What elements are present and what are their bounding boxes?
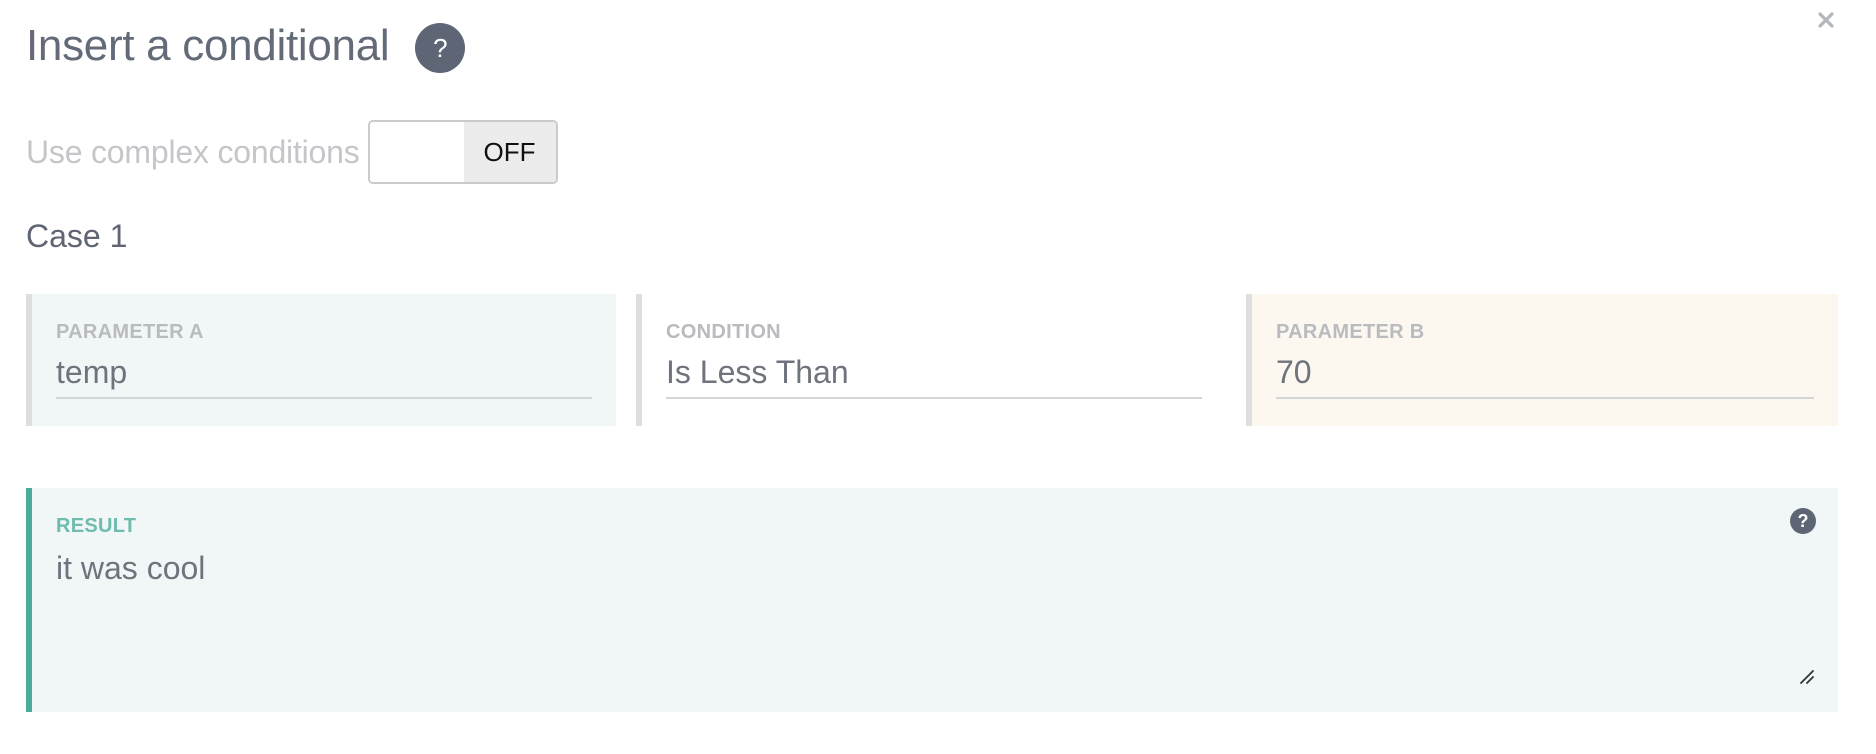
resize-handle-icon[interactable] [1798, 668, 1814, 684]
close-icon[interactable] [1816, 10, 1836, 30]
condition-field: CONDITION [636, 294, 1226, 426]
case-title: Case 1 [26, 218, 128, 254]
dialog-header: Insert a conditional ? [26, 18, 466, 74]
page-title: Insert a conditional [26, 21, 390, 70]
result-textarea[interactable]: it was cool [56, 550, 1756, 670]
toggle-track [369, 122, 464, 182]
complex-conditions-row: Use complex conditions OFF [26, 120, 558, 184]
parameter-a-label: PARAMETER A [56, 321, 204, 343]
parameter-b-input[interactable] [1276, 348, 1814, 399]
parameter-a-input[interactable] [56, 348, 592, 399]
condition-select[interactable] [666, 348, 1202, 399]
result-field: RESULT it was cool ? [26, 488, 1838, 712]
parameter-b-label: PARAMETER B [1276, 321, 1425, 343]
complex-conditions-toggle[interactable]: OFF [367, 120, 558, 184]
condition-label: CONDITION [666, 321, 781, 343]
result-help-icon[interactable]: ? [1790, 508, 1816, 534]
toggle-state-label: OFF [463, 122, 556, 182]
complex-conditions-label: Use complex conditions [26, 133, 360, 170]
parameter-b-field: PARAMETER B [1246, 294, 1838, 426]
help-icon[interactable]: ? [415, 23, 466, 73]
result-label: RESULT [56, 515, 137, 537]
parameter-a-field: PARAMETER A [26, 294, 616, 426]
